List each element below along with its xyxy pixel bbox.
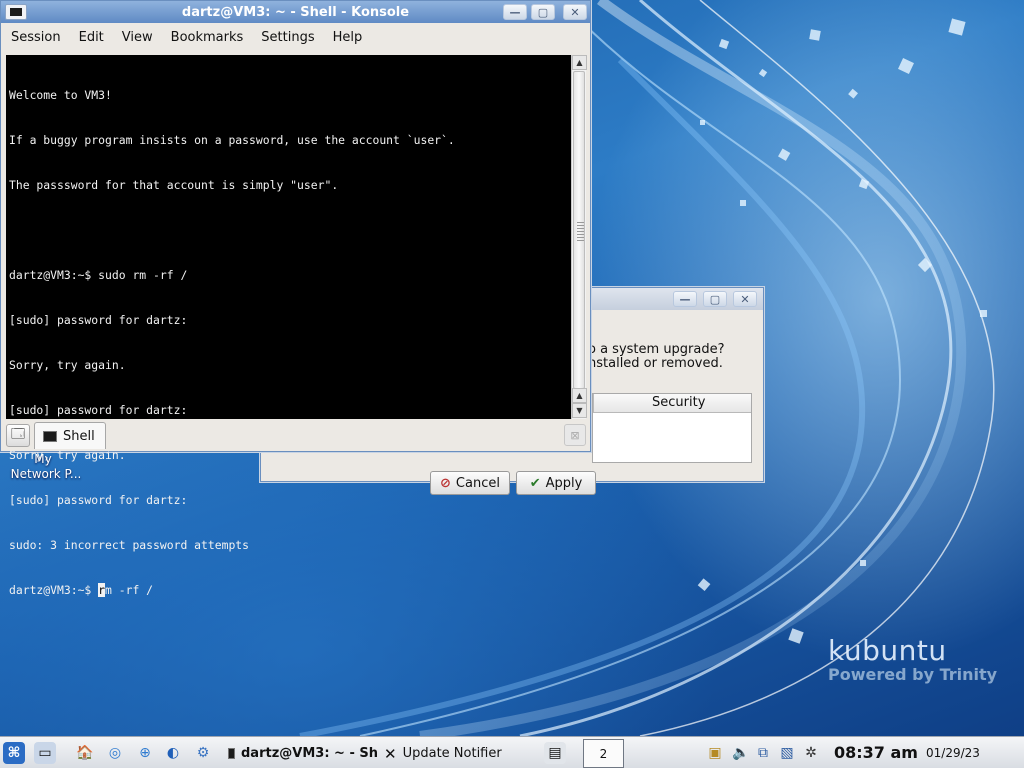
volume-icon[interactable]: 🔈 [730, 742, 752, 764]
terminal-tab-icon [43, 430, 57, 442]
tab-shell[interactable]: Shell [34, 422, 106, 449]
menu-help[interactable]: Help [324, 30, 372, 45]
close-session-icon: ⊠ [570, 428, 580, 442]
clock-time[interactable]: 08:37 am [834, 743, 918, 762]
system-settings-icon[interactable]: ⚙ [192, 742, 214, 764]
terminal-line: Welcome to VM3! [9, 88, 112, 102]
menu-session[interactable]: Session [2, 30, 70, 45]
notifier-close-button[interactable]: ✕ [733, 291, 757, 307]
menu-view[interactable]: View [113, 30, 162, 45]
konsole-minimize-button[interactable]: — [503, 4, 527, 20]
terminal-input-rest: m -rf / [105, 583, 154, 597]
konsole-title: dartz@VM3: ~ - Shell - Konsole [181, 4, 410, 20]
terminal-icon[interactable] [5, 4, 27, 20]
menu-settings[interactable]: Settings [252, 30, 323, 45]
kubuntu-logo: kubuntu Powered by Trinity [828, 634, 997, 684]
menu-edit[interactable]: Edit [70, 30, 113, 45]
desktop-pager[interactable]: 2 [583, 739, 624, 768]
kmenu-button[interactable]: ⌘ [3, 742, 25, 764]
konsole-close-button[interactable]: ✕ [563, 4, 587, 20]
terminal-task-icon [228, 748, 235, 759]
close-session-button[interactable]: ⊠ [564, 424, 586, 446]
konsole-menubar: Session Edit View Bookmarks Settings Hel… [2, 24, 589, 51]
scroll-down-arrow-icon[interactable]: ▼ [572, 403, 587, 418]
terminal-line: The passsword for that account is simply… [9, 178, 339, 192]
show-desktop-icon[interactable]: ▭ [34, 742, 56, 764]
clock-date[interactable]: 01/29/23 [926, 746, 980, 760]
terminal-line: [sudo] password for dartz: [9, 403, 188, 417]
new-session-icon: 🗔 [10, 426, 26, 442]
terminal-line: [sudo] password for dartz: [9, 313, 188, 327]
konsole-tabbar: 🗔 Shell ⊠ [2, 421, 589, 451]
network-icon[interactable]: ⧉ [752, 742, 774, 764]
update-notifier-task-icon: ✕ [384, 744, 397, 763]
terminal-line: Sorry, try again. [9, 358, 126, 372]
scroll-up-arrow-icon-lower[interactable]: ▲ [572, 388, 587, 403]
pager-desktop-label: 2 [599, 746, 608, 761]
taskbar-task-notifier-label: Update Notifier [402, 746, 502, 761]
terminal-line: sudo: 3 incorrect password attempts [9, 538, 250, 552]
terminal-output[interactable]: Welcome to VM3! If a buggy program insis… [6, 55, 572, 597]
notifier-minimize-button[interactable]: — [673, 291, 697, 307]
tray-settings-icon[interactable]: ✲ [800, 742, 822, 764]
notifier-question: o a system upgrade? nstalled or removed. [588, 343, 725, 371]
konsole-titlebar[interactable]: dartz@VM3: ~ - Shell - Konsole [1, 1, 590, 23]
terminal-scrollbar[interactable]: ▲ ▲ ▼ [571, 55, 587, 419]
menu-bookmarks[interactable]: Bookmarks [162, 30, 253, 45]
klipper-icon[interactable]: ▣ [704, 742, 726, 764]
terminal-prompt-line[interactable]: dartz@VM3:~$ rm -rf / [9, 583, 569, 598]
taskbar: ⌘ ▭ 🏠 ◎ ⊕ ◐ ⚙ dartz@VM3: ~ - Sh ✕ Update… [0, 736, 1024, 768]
display-icon[interactable]: ▧ [776, 742, 798, 764]
taskbar-task-notifier[interactable]: ✕ Update Notifier [384, 741, 534, 766]
home-folder-icon[interactable]: 🏠 [74, 742, 96, 764]
window-list-icon[interactable]: ▤ [544, 742, 566, 764]
column-header-security[interactable]: Security [593, 394, 705, 413]
help-icon[interactable]: ⊕ [134, 742, 156, 764]
taskbar-task-konsole[interactable]: dartz@VM3: ~ - Sh [228, 741, 378, 766]
taskbar-task-konsole-label: dartz@VM3: ~ - Sh [241, 746, 378, 761]
scrollbar-thumb[interactable] [573, 71, 585, 389]
konsole-maximize-button[interactable]: ▢ [531, 4, 555, 20]
terminal-prompt: dartz@VM3:~$ [9, 583, 99, 597]
desktop[interactable]: My Network P... kubuntu Powered by Trini… [0, 0, 1024, 736]
scroll-up-arrow-icon[interactable]: ▲ [572, 55, 587, 70]
konsole-window[interactable]: dartz@VM3: ~ - Shell - Konsole — ▢ ✕ Ses… [0, 0, 591, 597]
package-list-header: Security [593, 394, 751, 413]
terminal-line: If a buggy program insists on a password… [9, 133, 455, 147]
package-list[interactable]: Security [592, 393, 752, 463]
notifier-question-line2: nstalled or removed. [588, 356, 723, 371]
konqueror-icon[interactable]: ◎ [104, 742, 126, 764]
tab-shell-label: Shell [63, 428, 95, 444]
scrollbar-grip [577, 222, 584, 242]
kubuntu-logo-text: kubuntu [828, 634, 947, 667]
web-browser-icon[interactable]: ◐ [162, 742, 184, 764]
terminal-cursor: r [98, 583, 106, 597]
notifier-maximize-button[interactable]: ▢ [703, 291, 727, 307]
notifier-question-line1: o a system upgrade? [588, 342, 725, 357]
terminal-line: [sudo] password for dartz: [9, 493, 188, 507]
terminal-line: dartz@VM3:~$ sudo rm -rf / [9, 268, 188, 282]
kubuntu-logo-subtext: Powered by Trinity [828, 665, 998, 684]
new-session-button[interactable]: 🗔 [6, 424, 30, 447]
